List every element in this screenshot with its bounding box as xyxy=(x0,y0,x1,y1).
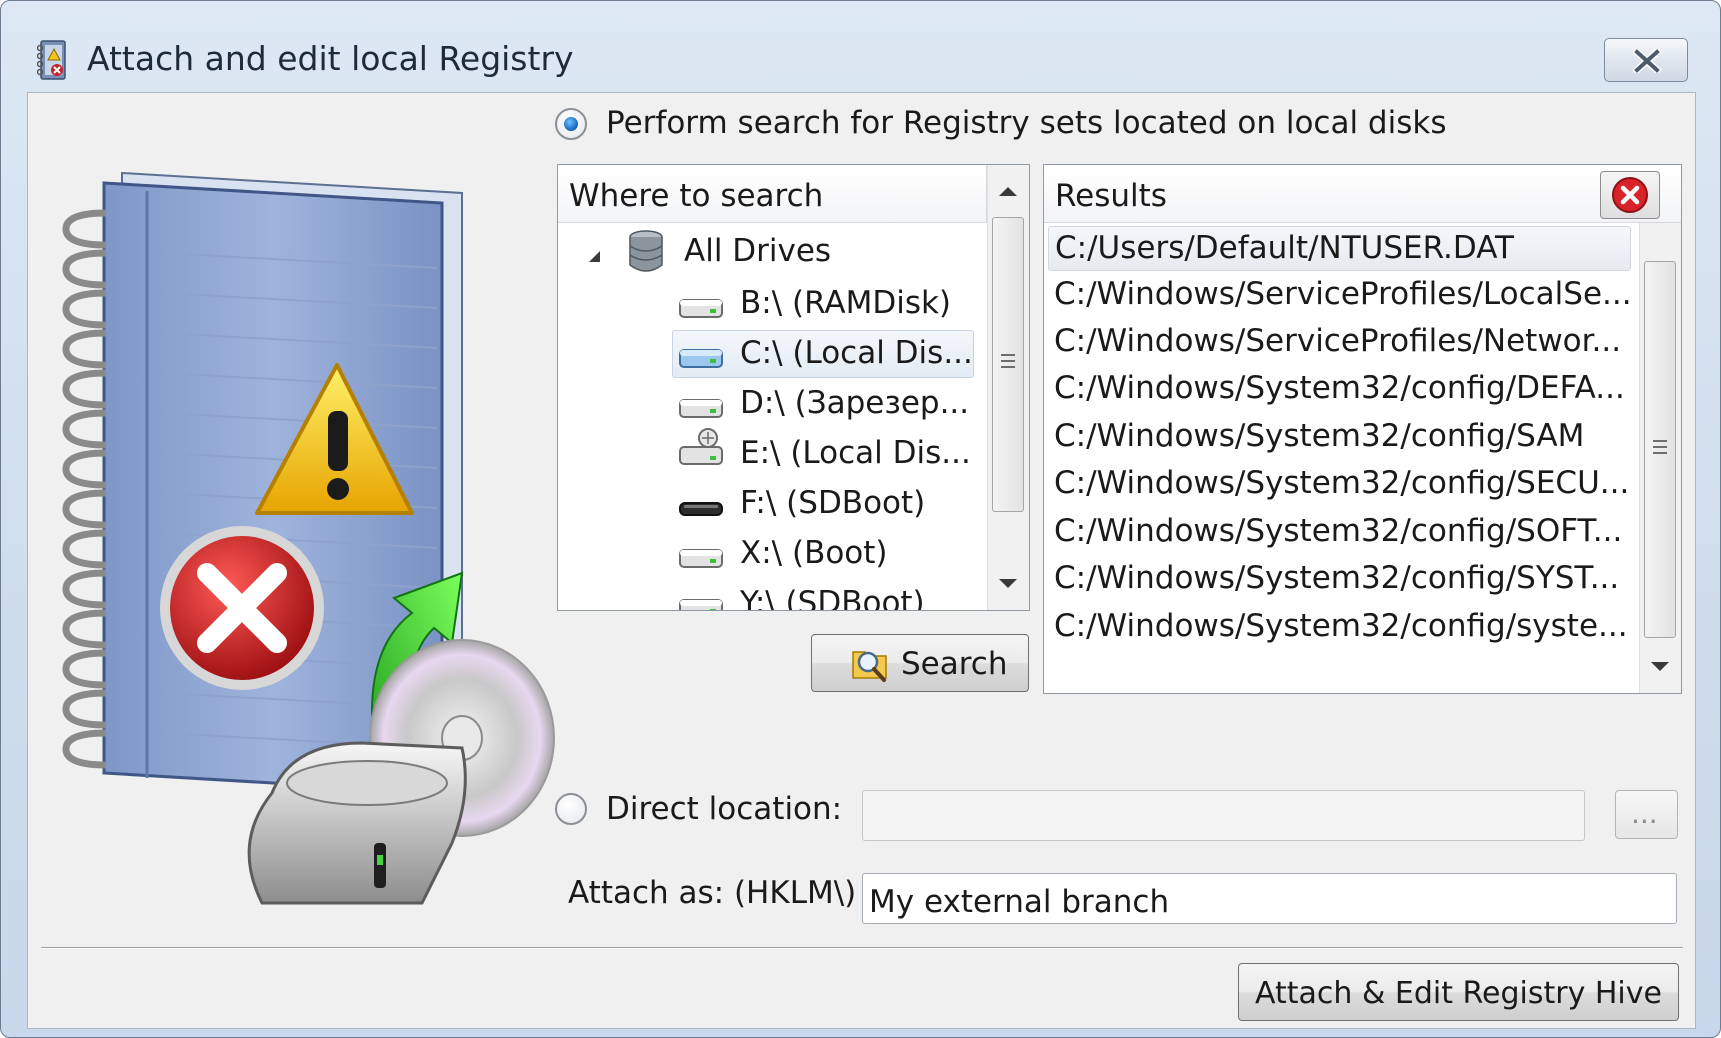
result-item[interactable]: C:/Windows/System32/config/DEFA... xyxy=(1048,367,1631,412)
tree-item-drive-x[interactable]: X:\ (Boot) xyxy=(678,531,978,577)
clear-red-x-icon xyxy=(1612,177,1648,213)
close-icon xyxy=(1632,49,1662,73)
tree-item-label: All Drives xyxy=(684,233,832,269)
grip-line xyxy=(1001,366,1015,368)
attach-as-input[interactable]: My external branch xyxy=(862,873,1677,924)
attach-as-value: My external branch xyxy=(869,884,1170,920)
scroll-down-arrow-icon[interactable] xyxy=(1651,662,1669,671)
dialog-window: Attach and edit local Registry Perform s… xyxy=(0,0,1721,1038)
search-mode-label[interactable]: Perform search for Registry sets located… xyxy=(606,105,1446,141)
results-scroll-thumb[interactable] xyxy=(1644,261,1676,638)
search-button[interactable]: Search xyxy=(811,634,1029,692)
database-icon xyxy=(629,230,663,272)
browse-button-label: ... xyxy=(1631,797,1658,830)
hard-drive-icon xyxy=(679,599,723,610)
tree-item-label: C:\ (Local Dis... xyxy=(740,335,973,371)
hard-drive-blue-icon xyxy=(679,349,723,368)
result-item-label: C:/Windows/System32/config/SAM xyxy=(1054,418,1585,454)
grip-line xyxy=(1653,452,1667,454)
close-button[interactable] xyxy=(1604,38,1688,82)
result-item[interactable]: C:/Windows/System32/config/SAM xyxy=(1048,415,1631,460)
where-to-search-tree[interactable]: Where to search All Drives B:\ (RAMDisk)… xyxy=(557,164,1030,611)
tree-scrollbar[interactable] xyxy=(987,165,1029,610)
result-item[interactable]: C:/Windows/System32/config/syste... xyxy=(1048,605,1631,650)
search-mode-radio[interactable] xyxy=(555,108,587,140)
search-button-label: Search xyxy=(901,646,1008,682)
hard-drive-icon xyxy=(679,299,723,318)
hard-drive-icon xyxy=(679,549,723,568)
result-item-label: C:/Windows/System32/config/SOFT... xyxy=(1054,513,1623,549)
tree-item-drive-e[interactable]: E:\ (Local Dis... xyxy=(678,428,978,477)
result-item-label: C:/Windows/System32/config/DEFA... xyxy=(1054,370,1625,406)
search-folder-icon xyxy=(852,651,887,682)
hard-drive-icon xyxy=(679,399,723,418)
direct-location-input[interactable] xyxy=(862,790,1585,841)
scroll-down-arrow-icon[interactable] xyxy=(999,579,1017,588)
tree-item-drive-c[interactable]: C:\ (Local Dis... xyxy=(672,330,974,378)
result-item-label: C:/Windows/ServiceProfiles/LocalSe... xyxy=(1054,276,1632,312)
tree-item-label: Y:\ (SDBoot) xyxy=(740,585,925,611)
result-item-label: C:/Windows/System32/config/SYST... xyxy=(1054,560,1620,596)
removable-drive-icon xyxy=(679,502,723,516)
footer-divider xyxy=(41,947,1683,949)
result-item[interactable]: C:/Windows/System32/config/SECU... xyxy=(1048,462,1631,507)
scroll-up-arrow-icon[interactable] xyxy=(999,187,1017,196)
clear-results-button[interactable] xyxy=(1600,171,1660,219)
grip-line xyxy=(1001,354,1015,356)
registry-illustration xyxy=(62,171,555,905)
system-drive-icon xyxy=(679,428,723,465)
results-column-header[interactable]: Results xyxy=(1044,165,1681,223)
attach-button-label: Attach & Edit Registry Hive xyxy=(1255,976,1662,1011)
tree-item-drive-d[interactable]: D:\ (Зарезер... xyxy=(678,381,978,427)
tree-item-label: B:\ (RAMDisk) xyxy=(740,285,952,321)
tree-item-label: F:\ (SDBoot) xyxy=(740,485,926,521)
window-title: Attach and edit local Registry xyxy=(87,39,574,78)
result-item-label: C:/Windows/System32/config/SECU... xyxy=(1054,465,1630,501)
tree-item-drive-y[interactable]: Y:\ (SDBoot) xyxy=(678,581,978,611)
result-item[interactable]: C:/Windows/ServiceProfiles/LocalSe... xyxy=(1048,273,1632,318)
direct-location-radio[interactable] xyxy=(555,793,587,825)
result-item[interactable]: C:/Windows/System32/config/SYST... xyxy=(1048,557,1631,602)
result-item-label: C:/Windows/System32/config/syste... xyxy=(1054,608,1628,644)
tree-scroll-thumb[interactable] xyxy=(992,217,1024,512)
tree-item-label: E:\ (Local Dis... xyxy=(740,435,971,471)
result-item[interactable]: C:/Windows/ServiceProfiles/Networ... xyxy=(1048,320,1631,365)
title-bar: Attach and edit local Registry xyxy=(1,1,1720,91)
tree-item-drive-b[interactable]: B:\ (RAMDisk) xyxy=(678,281,978,327)
tree-item-label: D:\ (Зарезер... xyxy=(740,385,970,421)
results-scrollbar[interactable] xyxy=(1639,223,1681,693)
grip-line xyxy=(1001,360,1015,362)
results-header-label: Results xyxy=(1055,178,1167,214)
attach-edit-hive-button[interactable]: Attach & Edit Registry Hive xyxy=(1238,963,1679,1021)
browse-button[interactable]: ... xyxy=(1615,790,1678,839)
grip-line xyxy=(1653,440,1667,442)
tree-item-label: X:\ (Boot) xyxy=(740,535,888,571)
dialog-client-area: Perform search for Registry sets located… xyxy=(27,92,1696,1029)
tree-header-label: Where to search xyxy=(569,178,824,214)
grip-line xyxy=(1653,446,1667,448)
result-item[interactable]: C:/Users/Default/NTUSER.DAT xyxy=(1048,226,1631,271)
result-item[interactable]: C:/Windows/System32/config/SOFT... xyxy=(1048,510,1631,555)
registry-app-icon xyxy=(37,40,66,80)
tree-column-header[interactable]: Where to search xyxy=(558,165,987,223)
results-list[interactable]: Results C:/Users/Default/NTUSER.DAT C:/W… xyxy=(1043,164,1682,694)
tree-item-all-drives[interactable]: All Drives xyxy=(570,229,970,275)
expanded-triangle-icon[interactable] xyxy=(589,251,600,262)
tree-item-drive-f[interactable]: F:\ (SDBoot) xyxy=(678,481,978,527)
direct-location-label[interactable]: Direct location: xyxy=(606,791,842,827)
attach-as-label: Attach as: (HKLM\) xyxy=(568,875,857,911)
result-item-label: C:/Users/Default/NTUSER.DAT xyxy=(1055,230,1514,266)
result-item-label: C:/Windows/ServiceProfiles/Networ... xyxy=(1054,323,1622,359)
